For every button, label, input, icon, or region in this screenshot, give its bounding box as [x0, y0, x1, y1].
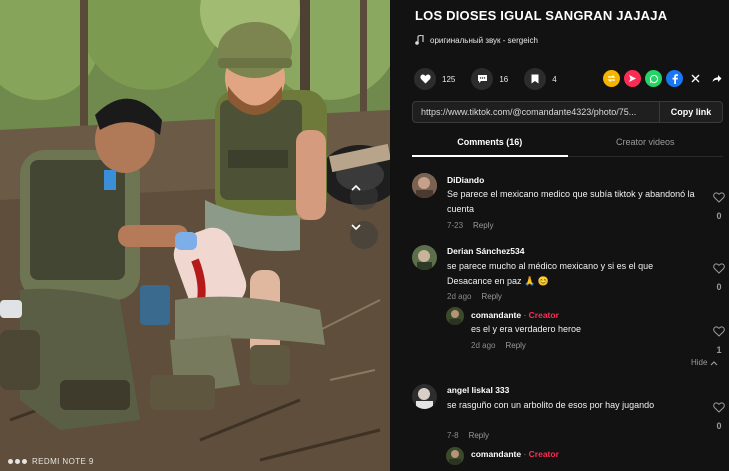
- post-link-url[interactable]: https://www.tiktok.com/@comandante4323/p…: [413, 107, 659, 117]
- copy-link-button[interactable]: Copy link: [659, 102, 722, 122]
- tab-comments[interactable]: Comments (16): [412, 128, 568, 157]
- hide-label: Hide: [691, 358, 708, 367]
- send-icon[interactable]: [624, 70, 641, 87]
- comment-like[interactable]: 0: [712, 190, 726, 221]
- comment-date: 2d ago: [447, 292, 472, 301]
- comment-username[interactable]: angel liskal 333: [447, 385, 509, 395]
- save-button[interactable]: [524, 68, 547, 90]
- comment-username: comandante · Creator: [471, 310, 559, 320]
- reply-button[interactable]: Reply: [505, 341, 525, 350]
- x-icon[interactable]: [687, 70, 704, 87]
- comment-date: 7-8: [447, 431, 459, 440]
- camera-dots-icon: [8, 459, 27, 464]
- reply-button[interactable]: Reply: [481, 292, 501, 301]
- reply-button[interactable]: Reply: [469, 431, 489, 440]
- heart-icon: [419, 74, 431, 84]
- previous-photo-button[interactable]: [350, 182, 378, 210]
- comment-meta: 2d ago Reply: [471, 341, 526, 350]
- hide-replies-button[interactable]: Hide: [691, 358, 718, 367]
- avatar[interactable]: [446, 447, 464, 465]
- comment-like[interactable]: 0: [712, 400, 726, 431]
- comment-text: se parece mucho al médico mexicano y si …: [447, 261, 654, 286]
- comment-meta: 7-23 Reply: [447, 221, 493, 230]
- panel-tabs: Comments (16) Creator videos: [412, 128, 723, 157]
- heart-outline-icon: [713, 263, 725, 274]
- avatar[interactable]: [446, 307, 464, 325]
- facebook-icon[interactable]: [666, 70, 683, 87]
- comment-date: 2d ago: [471, 341, 496, 350]
- comment-meta: 2d ago Reply: [447, 292, 502, 301]
- comment-stat[interactable]: 16: [471, 68, 508, 90]
- heart-outline-icon: [713, 326, 725, 337]
- comment-username[interactable]: DiDiando: [447, 175, 484, 185]
- comment-like-count: 1: [716, 345, 722, 355]
- comment-meta: 7-8 Reply: [447, 431, 489, 440]
- name-separator: ·: [521, 449, 529, 459]
- creator-badge: Creator: [528, 449, 559, 459]
- comment-like[interactable]: 0: [712, 261, 726, 292]
- comment-button[interactable]: [471, 68, 494, 90]
- music-note-icon: [415, 35, 424, 45]
- avatar[interactable]: [412, 384, 437, 409]
- post-sound[interactable]: оригинальный звук - sergeich: [415, 35, 538, 45]
- comment-text: Se parece el mexicano medico que subía t…: [447, 189, 695, 214]
- chevron-up-icon: [711, 360, 718, 365]
- chevron-up-icon: [351, 184, 361, 191]
- post-stats: 125 16 4: [414, 68, 573, 90]
- post-side-panel: LOS DIOSES IGUAL SANGRAN JAJAJA оригинал…: [390, 0, 729, 471]
- like-count: 125: [442, 74, 456, 84]
- share-options: [603, 70, 725, 87]
- next-photo-button[interactable]: [350, 221, 378, 249]
- whatsapp-icon[interactable]: [645, 70, 662, 87]
- comment-text: es el y era verdadero heroe: [471, 324, 582, 334]
- camera-watermark: REDMI NOTE 9: [8, 457, 94, 466]
- like-button[interactable]: [414, 68, 436, 90]
- reply-button[interactable]: Reply: [473, 221, 493, 230]
- name-separator: ·: [521, 310, 529, 320]
- comment-like-count: 0: [716, 421, 722, 431]
- heart-outline-icon: [713, 402, 725, 413]
- chevron-down-icon: [351, 224, 361, 231]
- link-box: https://www.tiktok.com/@comandante4323/p…: [412, 101, 723, 123]
- creator-badge: Creator: [528, 310, 559, 320]
- post-title: LOS DIOSES IGUAL SANGRAN JAJAJA: [415, 8, 668, 23]
- comment-date: 7-23: [447, 221, 464, 230]
- share-arrow-icon[interactable]: [708, 70, 725, 87]
- comment-count: 16: [499, 74, 509, 84]
- avatar[interactable]: [412, 245, 437, 270]
- comment-like-count: 0: [716, 282, 722, 292]
- comment-text: se rasguño con un arbolito de esos por h…: [447, 400, 655, 410]
- comment-like-count: 0: [716, 211, 722, 221]
- comment-bubble-icon: [477, 75, 487, 83]
- watermark-text: REDMI NOTE 9: [32, 457, 94, 466]
- comment-username[interactable]: Derian Sánchez534: [447, 246, 524, 256]
- photo-illustration: [0, 0, 390, 471]
- sound-name: оригинальный звук - sergeich: [430, 35, 538, 45]
- save-count: 4: [552, 74, 557, 84]
- comment-username: comandante · Creator: [471, 449, 559, 459]
- save-stat[interactable]: 4: [524, 68, 557, 90]
- avatar[interactable]: [412, 173, 437, 198]
- reply-username[interactable]: comandante: [471, 449, 521, 459]
- tab-creator-videos[interactable]: Creator videos: [568, 128, 724, 156]
- heart-outline-icon: [713, 192, 725, 203]
- reply-username[interactable]: comandante: [471, 310, 521, 320]
- repost-icon[interactable]: [603, 70, 620, 87]
- like-stat[interactable]: 125: [414, 68, 455, 90]
- comment-like[interactable]: 1: [712, 324, 726, 355]
- post-photo[interactable]: REDMI NOTE 9: [0, 0, 390, 471]
- bookmark-icon: [531, 74, 539, 84]
